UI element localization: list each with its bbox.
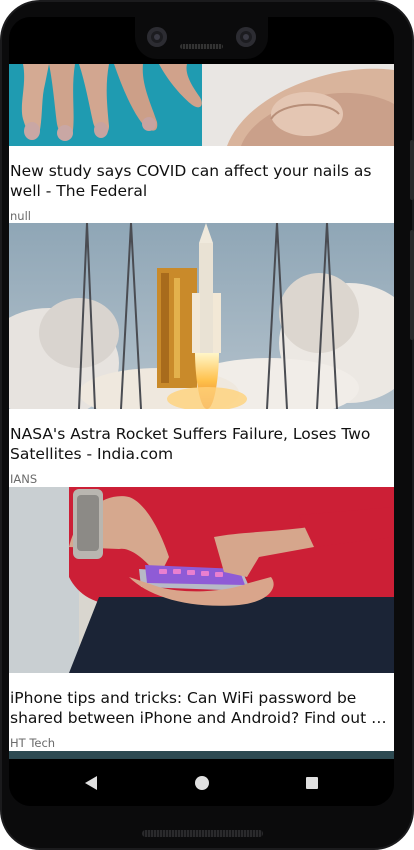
- person-holding-iphone-photo: [9, 487, 394, 673]
- rocket-launch-photo: [9, 223, 394, 409]
- navigation-bar: [9, 759, 394, 806]
- article-image[interactable]: [9, 64, 394, 146]
- power-button: [410, 140, 414, 200]
- news-card[interactable]: NASA's Astra Rocket Suffers Failure, Los…: [9, 223, 394, 486]
- notch: [135, 17, 268, 59]
- news-card[interactable]: iPhone tips and tricks: Can WiFi passwor…: [9, 487, 394, 750]
- bottom-speaker: [142, 830, 263, 837]
- phone-frame: New study says COVID can affect your nai…: [0, 0, 414, 850]
- volume-button: [410, 230, 414, 340]
- triangle-back-icon: [85, 776, 97, 790]
- article-image[interactable]: [9, 223, 394, 409]
- article-source: IANS: [10, 472, 38, 486]
- news-card[interactable]: New study says COVID can affect your nai…: [9, 64, 394, 223]
- front-camera-icon: [147, 27, 167, 47]
- phone-screen: New study says COVID can affect your nai…: [9, 17, 394, 806]
- article-image[interactable]: [9, 487, 394, 673]
- news-feed[interactable]: New study says COVID can affect your nai…: [9, 64, 394, 759]
- article-title[interactable]: New study says COVID can affect your nai…: [10, 161, 392, 201]
- back-button[interactable]: [61, 759, 121, 806]
- front-sensor-icon: [236, 27, 256, 47]
- home-button[interactable]: [172, 759, 232, 806]
- news-card[interactable]: [9, 751, 394, 759]
- square-recents-icon: [306, 777, 318, 789]
- article-source: null: [10, 209, 31, 223]
- article-source: HT Tech: [10, 736, 56, 750]
- hands-and-fingernails-photo: [9, 64, 394, 146]
- status-bar: [9, 17, 394, 64]
- earpiece-speaker: [180, 44, 223, 49]
- recents-button[interactable]: [282, 759, 342, 806]
- article-title[interactable]: NASA's Astra Rocket Suffers Failure, Los…: [10, 424, 392, 464]
- circle-home-icon: [195, 776, 209, 790]
- article-title[interactable]: iPhone tips and tricks: Can WiFi passwor…: [10, 688, 392, 728]
